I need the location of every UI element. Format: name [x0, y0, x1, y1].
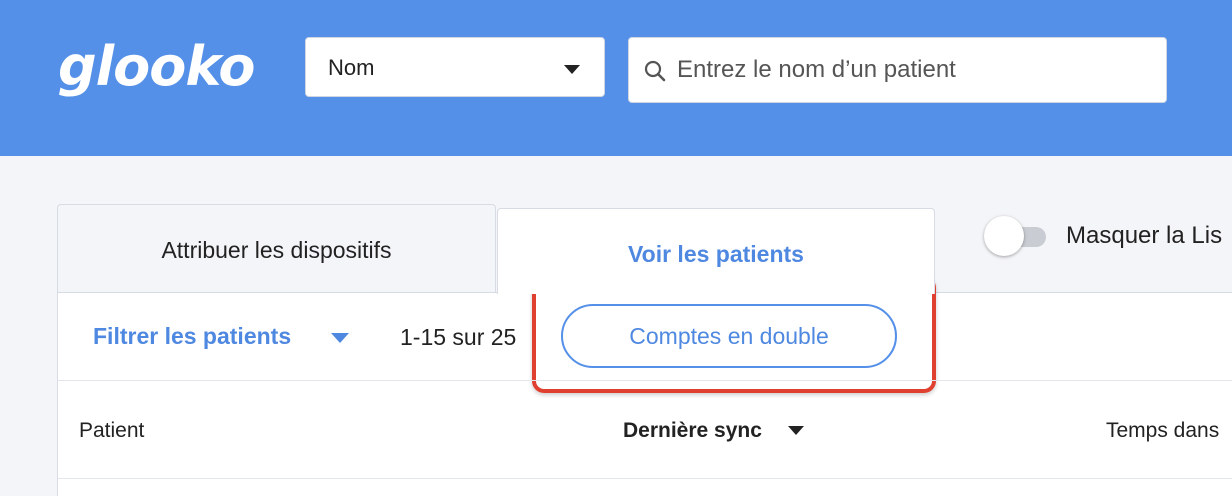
tab-assign-devices[interactable]: Attribuer les dispositifs [57, 204, 496, 292]
search-icon [644, 60, 666, 87]
pagination-count: 1-15 sur 25 [400, 324, 517, 350]
toolbar-divider [58, 380, 1232, 381]
sort-caret-down-icon[interactable] [788, 426, 804, 435]
top-bar: glooko Nom [0, 0, 1232, 156]
patient-search-box[interactable] [628, 37, 1167, 103]
column-header-patient[interactable]: Patient [79, 419, 144, 443]
toggle-knob [984, 216, 1024, 256]
patient-search-input[interactable] [677, 52, 1147, 88]
hide-list-toggle-label: Masquer la Lis [1066, 222, 1223, 249]
filter-patients-button[interactable]: Filtrer les patients [93, 323, 291, 350]
glooko-logo[interactable]: glooko [58, 40, 255, 94]
filter-caret-down-icon[interactable] [331, 333, 349, 343]
column-header-time-in-range[interactable]: Temps dans [1106, 419, 1219, 443]
hide-list-toggle[interactable] [984, 216, 1046, 256]
column-header-last-sync[interactable]: Dernière sync [623, 419, 762, 443]
search-type-value: Nom [328, 55, 375, 80]
header-row-divider [58, 478, 1232, 479]
chevron-down-icon [564, 65, 580, 74]
tab-view-patients[interactable]: Voir les patients [497, 208, 935, 294]
search-type-dropdown[interactable]: Nom [305, 37, 605, 97]
